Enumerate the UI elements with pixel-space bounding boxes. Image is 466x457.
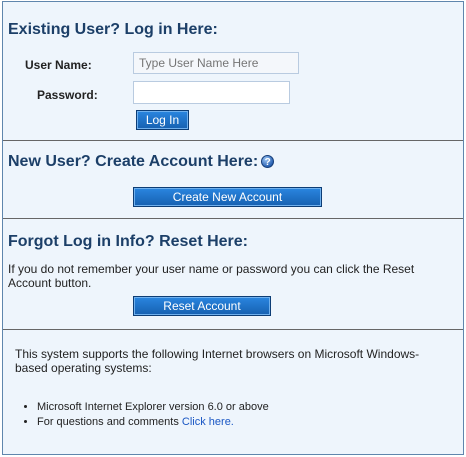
click-here-link[interactable]: Click here.: [182, 416, 234, 428]
reset-heading: Forgot Log in Info? Reset Here:: [8, 233, 248, 250]
reset-section: Forgot Log in Info? Reset Here: If you d…: [3, 219, 463, 329]
browser-item-ie: Microsoft Internet Explorer version 6.0 …: [37, 401, 269, 413]
reset-description: If you do not remember your user name or…: [8, 262, 415, 290]
list-item: Microsoft Internet Explorer version 6.0 …: [37, 400, 466, 415]
browser-item-questions: For questions and comments: [37, 416, 182, 428]
login-heading: Existing User? Log in Here:: [8, 21, 218, 38]
browsers-section: This system supports the following Inter…: [3, 330, 463, 454]
reset-account-button[interactable]: Reset Account: [133, 296, 271, 316]
login-section: Existing User? Log in Here: User Name: P…: [3, 2, 463, 141]
create-heading-text: New User? Create Account Here:: [8, 153, 259, 170]
username-input[interactable]: [133, 52, 299, 74]
browsers-list: Microsoft Internet Explorer version 6.0 …: [3, 400, 466, 430]
login-button[interactable]: Log In: [136, 110, 189, 130]
create-heading: New User? Create Account Here:?: [3, 152, 275, 172]
password-input[interactable]: [133, 81, 290, 104]
help-icon[interactable]: ?: [261, 155, 275, 168]
create-section: New User? Create Account Here:? Create N…: [3, 141, 463, 218]
login-panel: Existing User? Log in Here: User Name: P…: [2, 1, 464, 455]
username-label: User Name:: [25, 58, 92, 72]
create-account-button[interactable]: Create New Account: [133, 187, 322, 207]
browsers-intro: This system supports the following Inter…: [15, 347, 420, 375]
password-label: Password:: [37, 88, 98, 102]
list-item: For questions and comments Click here.: [37, 415, 466, 430]
